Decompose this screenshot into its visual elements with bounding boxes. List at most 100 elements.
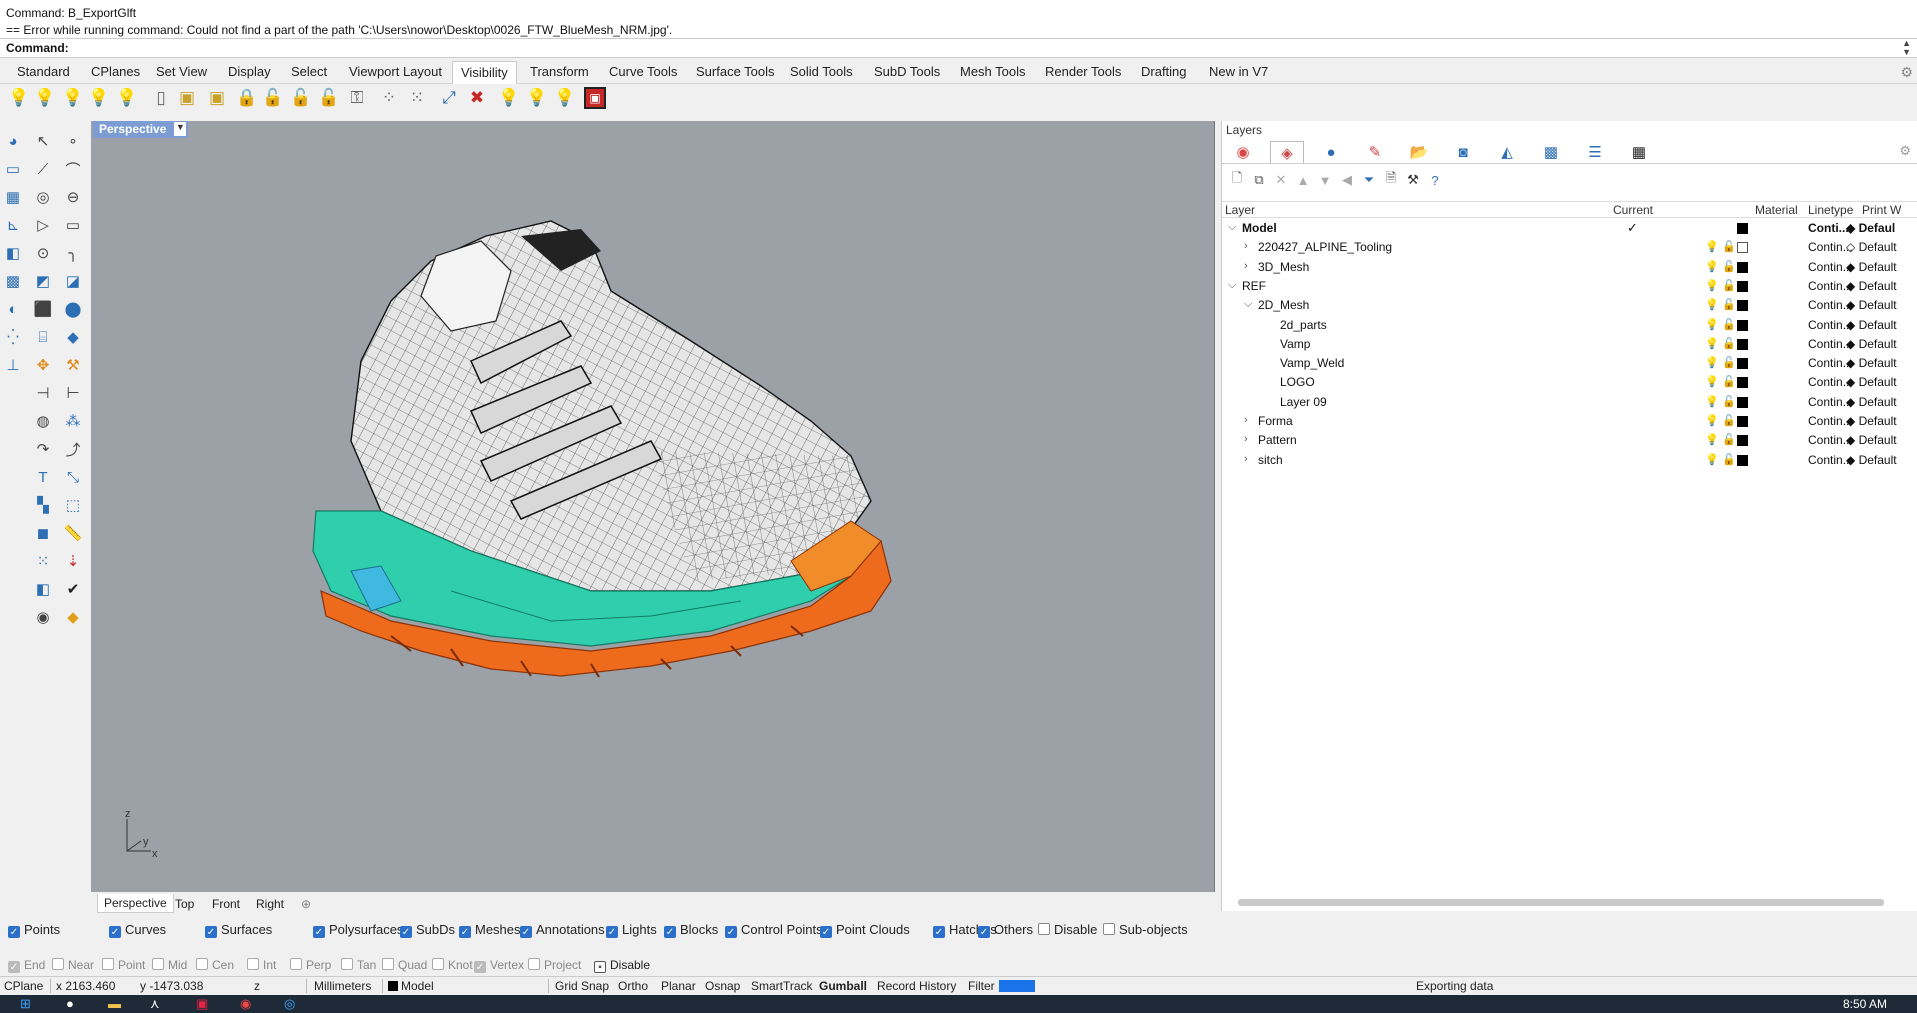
- unlock-selected-icon[interactable]: 🔓: [318, 87, 340, 109]
- bulb-filter-icon[interactable]: 💡: [554, 87, 576, 109]
- checkbox[interactable]: [102, 958, 114, 970]
- layer-print-width[interactable]: ◆ Default: [1846, 453, 1897, 467]
- layer-row[interactable]: › 3D_Mesh 💡 🔓 Contin... ◆ Default: [1222, 258, 1917, 277]
- checkbox[interactable]: ✓: [313, 926, 325, 938]
- lock-icon[interactable]: 🔓: [1722, 318, 1736, 331]
- mesh-grid-icon[interactable]: ⁙: [32, 550, 54, 572]
- chevron-down-icon[interactable]: ⌵: [1244, 298, 1252, 311]
- split-icon[interactable]: ⊢: [62, 382, 84, 404]
- polygon-icon[interactable]: ▷: [32, 214, 54, 236]
- filter-annotations[interactable]: ✓ Annotations: [520, 922, 605, 938]
- help-icon[interactable]: ?: [1426, 171, 1444, 189]
- swap-hidden-icon[interactable]: 💡: [88, 87, 110, 109]
- tab-display[interactable]: Display: [228, 64, 271, 79]
- layer-row[interactable]: ⌵ 2D_Mesh 💡 🔓 Contin... ◆ Default: [1222, 296, 1917, 315]
- osnap-int[interactable]: Int: [247, 958, 276, 972]
- filter-disable[interactable]: Disable: [1038, 922, 1097, 937]
- layer-row[interactable]: Layer 09 💡 🔓 Contin... ◆ Default: [1222, 393, 1917, 412]
- lock-points-icon[interactable]: ⚿: [346, 87, 368, 109]
- layer-row[interactable]: › sitch 💡 🔓 Contin... ◆ Default: [1222, 451, 1917, 470]
- osnap-project[interactable]: Project: [528, 958, 581, 972]
- hide-bulb-icon[interactable]: 💡: [34, 87, 56, 109]
- checkbox[interactable]: ✓: [820, 926, 832, 938]
- windows-start-icon[interactable]: ⊞: [20, 996, 31, 1012]
- hide-region-icon[interactable]: ▣: [584, 87, 606, 109]
- lock-icon[interactable]: 🔓: [1722, 375, 1736, 388]
- checkbox[interactable]: [382, 958, 394, 970]
- checkbox[interactable]: ✓: [109, 926, 121, 938]
- visibility-bulb-icon[interactable]: 💡: [1705, 240, 1719, 253]
- visibility-bulb-icon[interactable]: 💡: [1705, 298, 1719, 311]
- tab-standard[interactable]: Standard: [17, 64, 70, 79]
- layer-row[interactable]: ⌵ REF 💡 🔓 Contin... ◆ Default: [1222, 277, 1917, 296]
- layer-color-swatch[interactable]: [1737, 435, 1748, 447]
- lock-icon[interactable]: 🔓: [1722, 240, 1736, 253]
- globe-icon[interactable]: ◕: [2, 130, 24, 152]
- command-prompt[interactable]: Command: ▲ ▼: [0, 38, 1917, 57]
- text-icon[interactable]: T: [32, 466, 54, 488]
- units-label[interactable]: Millimeters: [314, 979, 371, 993]
- ortho-toggle[interactable]: Ortho: [618, 979, 648, 993]
- layer-print-width[interactable]: ◆ Default: [1846, 298, 1897, 312]
- col-material[interactable]: Material: [1755, 203, 1798, 217]
- layer-doc-icon[interactable]: 🗎: [1382, 170, 1400, 189]
- tab-cplanes[interactable]: CPlanes: [91, 64, 140, 79]
- layers-tab-icon[interactable]: ◈: [1270, 141, 1304, 163]
- analyze-icon[interactable]: ⊾: [2, 214, 24, 236]
- scale-icon[interactable]: ⤴: [62, 438, 84, 460]
- filter-point-clouds[interactable]: ✓ Point Clouds: [820, 922, 910, 938]
- filter-sub-objects[interactable]: Sub-objects: [1103, 922, 1188, 937]
- plane-icon[interactable]: ◆: [62, 326, 84, 348]
- environment-tab-icon[interactable]: ◭: [1490, 141, 1524, 163]
- filter-control-points[interactable]: ✓ Control Points: [725, 922, 823, 938]
- layer-color-swatch[interactable]: [1737, 377, 1748, 389]
- checkbox[interactable]: [152, 958, 164, 970]
- visibility-bulb-icon[interactable]: 💡: [1705, 318, 1719, 331]
- boolean-icon[interactable]: ◍: [32, 410, 54, 432]
- lock-icon[interactable]: 🔓: [1722, 356, 1736, 369]
- search-icon[interactable]: ●: [66, 996, 74, 1011]
- browser-icon[interactable]: ◎: [284, 996, 295, 1012]
- tree-tab-icon[interactable]: ☰: [1578, 141, 1612, 163]
- solid-box-icon[interactable]: ◼: [32, 522, 54, 544]
- layer-row[interactable]: 2d_parts 💡 🔓 Contin... ◆ Default: [1222, 316, 1917, 335]
- col-linetype[interactable]: Linetype: [1808, 203, 1853, 217]
- rectangle-icon[interactable]: ▭: [62, 214, 84, 236]
- checkbox[interactable]: ✓: [933, 926, 945, 938]
- visibility-bulb-icon[interactable]: 💡: [1705, 395, 1719, 408]
- tab-mesh-tools[interactable]: Mesh Tools: [960, 64, 1026, 79]
- osnap-toggle[interactable]: Osnap: [705, 979, 740, 993]
- lock-icon[interactable]: 🔒: [236, 87, 258, 109]
- layer-color-swatch[interactable]: [1737, 416, 1748, 427]
- layer-print-width[interactable]: ◆ Default: [1846, 433, 1897, 447]
- tab-select[interactable]: Select: [291, 64, 327, 79]
- array-icon[interactable]: ⁂: [62, 410, 84, 432]
- layer-row[interactable]: LOGO 💡 🔓 Contin... ◆ Default: [1222, 373, 1917, 392]
- visibility-bulb-icon[interactable]: 💡: [1705, 260, 1719, 273]
- half-sphere-icon[interactable]: ◐: [2, 298, 24, 320]
- hide-in-detail-icon[interactable]: ▯: [150, 87, 172, 109]
- checkbox[interactable]: [1038, 923, 1050, 935]
- filter-meshes[interactable]: ✓ Meshes: [459, 922, 521, 938]
- osnap-near[interactable]: Near: [52, 958, 94, 972]
- checkbox[interactable]: ✓: [474, 961, 486, 973]
- layer-row[interactable]: Vamp_Weld 💡 🔓 Contin... ◆ Default: [1222, 354, 1917, 373]
- layer-linetype[interactable]: Conti...: [1808, 221, 1849, 235]
- layer-print-width[interactable]: ◆ Default: [1846, 414, 1897, 428]
- gumball-icon[interactable]: ✥: [32, 354, 54, 376]
- cylinder-icon[interactable]: ⌸: [32, 326, 54, 348]
- show-in-detail-icon[interactable]: ▣: [176, 87, 198, 109]
- checkbox[interactable]: [432, 958, 444, 970]
- rhino-app-icon[interactable]: ⋏: [150, 996, 160, 1012]
- osnap-disable[interactable]: ▪ Disable: [594, 958, 650, 973]
- lock-icon[interactable]: 🔓: [1722, 395, 1736, 408]
- point-icon[interactable]: ∘: [62, 130, 84, 152]
- current-check-icon[interactable]: ✓: [1627, 220, 1638, 236]
- new-sublayer-icon[interactable]: ⧉: [1250, 171, 1268, 189]
- checkbox[interactable]: [247, 958, 259, 970]
- layer-color-swatch[interactable]: [1737, 454, 1748, 466]
- record-history-toggle[interactable]: Record History: [877, 979, 956, 993]
- layer-print-width[interactable]: ◆ Defaul: [1846, 221, 1895, 235]
- folder-tab-icon[interactable]: 📂: [1402, 141, 1436, 163]
- polyline-icon[interactable]: ⟋: [32, 158, 54, 180]
